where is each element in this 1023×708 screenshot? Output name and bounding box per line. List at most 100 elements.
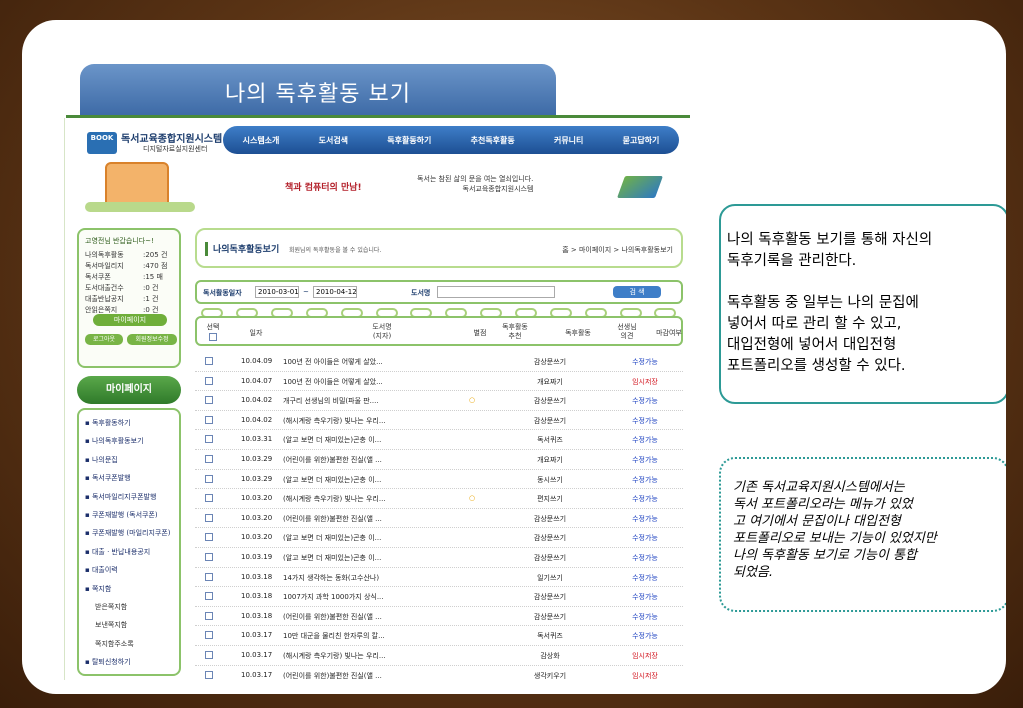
row-book-title[interactable]: 1007가지 과학 1000가지 상식... xyxy=(283,592,413,602)
menu-item[interactable]: 받은쪽지함 xyxy=(95,602,127,612)
row-checkbox[interactable] xyxy=(205,357,213,365)
table-row[interactable]: 10.03.20 (알고 보면 더 재미있는)곤충 이... 감상문쓰기 수정가능 xyxy=(195,528,683,548)
table-row[interactable]: 10.04.07 100년 전 아이들은 어떻게 살았... 개요짜기 임시저장 xyxy=(195,372,683,392)
row-checkbox[interactable] xyxy=(205,650,213,659)
row-checkbox[interactable] xyxy=(205,572,213,581)
row-status[interactable]: 수정가능 xyxy=(625,416,665,426)
nav-item[interactable]: 시스템소개 xyxy=(243,135,280,146)
row-book-title[interactable]: (알고 보면 더 재미있는)곤충 이... xyxy=(283,553,413,563)
row-book-title[interactable]: 100년 전 아이들은 어떻게 살았... xyxy=(283,377,413,387)
row-status[interactable]: 임시저장 xyxy=(625,651,665,661)
site-logo[interactable]: BOOK 독서교육종합지원시스템 디지털자료실지원센터 xyxy=(87,130,227,158)
table-row[interactable]: 10.03.29 (어린이를 위한)불편한 진실(앨 ... 개요짜기 수정가능 xyxy=(195,450,683,470)
row-book-title[interactable]: 10만 대군을 물리친 한자루의 칼... xyxy=(283,631,413,641)
table-row[interactable]: 10.03.19 (알고 보면 더 재미있는)곤충 이... 감상문쓰기 수정가능 xyxy=(195,548,683,568)
menu-item[interactable]: ▪ 대출이력 xyxy=(85,565,118,575)
table-row[interactable]: 10.03.31 (알고 보면 더 재미있는)곤충 이... 독서퀴즈 수정가능 xyxy=(195,430,683,450)
row-book-title[interactable]: 100년 전 아이들은 어떻게 살았... xyxy=(283,357,413,367)
nav-item[interactable]: 묻고답하기 xyxy=(623,135,660,146)
menu-item[interactable]: ▪ 탈퇴신청하기 xyxy=(85,657,131,667)
table-row[interactable]: 10.03.17 (어린이를 위한)불편한 진실(앨 ... 생각키우기 임시저장 xyxy=(195,666,683,681)
row-checkbox[interactable] xyxy=(205,494,213,503)
row-checkbox[interactable] xyxy=(205,454,213,463)
mypage-button[interactable]: 마이페이지 xyxy=(93,314,167,326)
stat-item[interactable]: 나의독후활동:205 건 xyxy=(85,250,179,260)
row-book-title[interactable]: (어린이를 위한)불편한 진실(앨 ... xyxy=(283,514,413,524)
row-checkbox[interactable] xyxy=(205,474,213,483)
row-status[interactable]: 수정가능 xyxy=(625,357,665,367)
row-book-title[interactable]: (어린이를 위한)불편한 진실(앨 ... xyxy=(283,671,413,681)
stat-item[interactable]: 대출반납공지:1 건 xyxy=(85,294,179,304)
row-status[interactable]: 수정가능 xyxy=(625,612,665,622)
row-status[interactable]: 수정가능 xyxy=(625,573,665,583)
stat-item[interactable]: 독서쿠폰:15 매 xyxy=(85,272,179,282)
row-checkbox[interactable] xyxy=(205,415,213,424)
table-row[interactable]: 10.03.17 10만 대군을 물리친 한자루의 칼... 독서퀴즈 수정가능 xyxy=(195,626,683,646)
row-book-title[interactable]: (어린이를 위한)불편한 진실(앨 ... xyxy=(283,455,413,465)
row-status[interactable]: 수정가능 xyxy=(625,553,665,563)
search-button[interactable]: 검 색 xyxy=(613,286,661,298)
edit-profile-button[interactable]: 회원정보수정 xyxy=(127,334,177,345)
row-status[interactable]: 수정가능 xyxy=(625,435,665,445)
table-row[interactable]: 10.03.17 (해시계랑 측우기랑) 빛나는 우리... 감상화 임시저장 xyxy=(195,646,683,666)
row-book-title[interactable]: (알고 보면 더 재미있는)곤충 이... xyxy=(283,435,413,445)
nav-item[interactable]: 도서검색 xyxy=(319,135,348,146)
table-row[interactable]: 10.03.18 (어린이를 위한)불편한 진실(앨 ... 감상문쓰기 수정가능 xyxy=(195,607,683,627)
nav-item[interactable]: 커뮤니티 xyxy=(554,135,583,146)
table-row[interactable]: 10.03.20 (어린이를 위한)불편한 진실(앨 ... 감상문쓰기 수정가능 xyxy=(195,509,683,529)
logout-button[interactable]: 로그아웃 xyxy=(85,334,123,345)
row-status[interactable]: 수정가능 xyxy=(625,455,665,465)
row-status[interactable]: 수정가능 xyxy=(625,396,665,406)
row-book-title[interactable]: (알고 보면 더 재미있는)곤충 이... xyxy=(283,475,413,485)
menu-item[interactable]: ▪ 나의문집 xyxy=(85,455,118,465)
row-checkbox[interactable] xyxy=(205,631,213,640)
row-checkbox[interactable] xyxy=(205,376,213,385)
menu-item[interactable]: ▪ 쿠폰재발행 (독서쿠폰) xyxy=(85,510,158,520)
table-row[interactable]: 10.03.20 (해시계랑 측우기랑) 빛나는 우리... ○ 편지쓰기 수정가능 xyxy=(195,489,683,509)
row-status[interactable]: 수정가능 xyxy=(625,475,665,485)
row-checkbox[interactable] xyxy=(205,435,213,444)
table-row[interactable]: 10.04.02 (해시계랑 측우기랑) 빛나는 우리... 감상문쓰기 수정가능 xyxy=(195,411,683,431)
stat-item[interactable]: 독서마일리지:470 점 xyxy=(85,261,179,271)
row-checkbox[interactable] xyxy=(205,552,213,561)
row-status[interactable]: 임시저장 xyxy=(625,377,665,387)
select-all-checkbox[interactable] xyxy=(209,333,217,341)
menu-item[interactable]: ▪ 독서쿠폰발행 xyxy=(85,473,131,483)
stat-item[interactable]: 도서대출건수:0 건 xyxy=(85,283,179,293)
menu-item[interactable]: ▪ 독후활동하기 xyxy=(85,418,131,428)
table-row[interactable]: 10.03.18 14가지 생각하는 동화(고수산나) 일기쓰기 수정가능 xyxy=(195,568,683,588)
row-book-title[interactable]: (어린이를 위한)불편한 진실(앨 ... xyxy=(283,612,413,622)
row-book-title[interactable]: 14가지 생각하는 동화(고수산나) xyxy=(283,573,413,583)
menu-item[interactable]: ▪ 나의독후활동보기 xyxy=(85,436,144,446)
row-book-title[interactable]: (알고 보면 더 재미있는)곤충 이... xyxy=(283,533,413,543)
date-to-input[interactable]: 2010-04-12 xyxy=(313,286,357,298)
row-checkbox[interactable] xyxy=(205,592,213,601)
row-checkbox[interactable] xyxy=(205,611,213,620)
row-status[interactable]: 수정가능 xyxy=(625,631,665,641)
menu-item[interactable]: ▪ 쪽지함 xyxy=(85,584,111,594)
row-book-title[interactable]: (해시계랑 측우기랑) 빛나는 우리... xyxy=(283,416,413,426)
table-row[interactable]: 10.04.09 100년 전 아이들은 어떻게 살았... 감상문쓰기 수정가능 xyxy=(195,352,683,372)
row-status[interactable]: 수정가능 xyxy=(625,514,665,524)
date-from-input[interactable]: 2010-03-01 xyxy=(255,286,299,298)
row-status[interactable]: 수정가능 xyxy=(625,592,665,602)
row-book-title[interactable]: (해시계랑 측우기랑) 빛나는 우리... xyxy=(283,651,413,661)
row-status[interactable]: 수정가능 xyxy=(625,533,665,543)
row-book-title[interactable]: (해시계랑 측우기랑) 빛나는 우리... xyxy=(283,494,413,504)
row-book-title[interactable]: 개구리 선생님의 비밀(파울 판.... xyxy=(283,396,413,406)
menu-item[interactable]: ▪ 대출 · 반납내용공지 xyxy=(85,547,150,557)
menu-item[interactable]: ▪ 독서마일리지쿠폰발행 xyxy=(85,492,156,502)
row-checkbox[interactable] xyxy=(205,396,213,405)
table-row[interactable]: 10.03.18 1007가지 과학 1000가지 상식... 감상문쓰기 수정가능 xyxy=(195,587,683,607)
row-checkbox[interactable] xyxy=(205,513,213,522)
nav-item[interactable]: 추천독후활동 xyxy=(471,135,515,146)
row-status[interactable]: 수정가능 xyxy=(625,494,665,504)
table-row[interactable]: 10.04.02 개구리 선생님의 비밀(파울 판.... ○ 감상문쓰기 수정가능 xyxy=(195,391,683,411)
table-row[interactable]: 10.03.29 (알고 보면 더 재미있는)곤충 이... 동시쓰기 수정가능 xyxy=(195,470,683,490)
menu-item[interactable]: 쪽지함주소록 xyxy=(95,639,134,649)
row-checkbox[interactable] xyxy=(205,670,213,679)
nav-item[interactable]: 독후활동하기 xyxy=(387,135,431,146)
menu-item[interactable]: 보낸쪽지함 xyxy=(95,620,127,630)
book-search-input[interactable] xyxy=(437,286,555,298)
menu-item[interactable]: ▪ 쿠폰재발행 (마일리지쿠폰) xyxy=(85,528,171,538)
